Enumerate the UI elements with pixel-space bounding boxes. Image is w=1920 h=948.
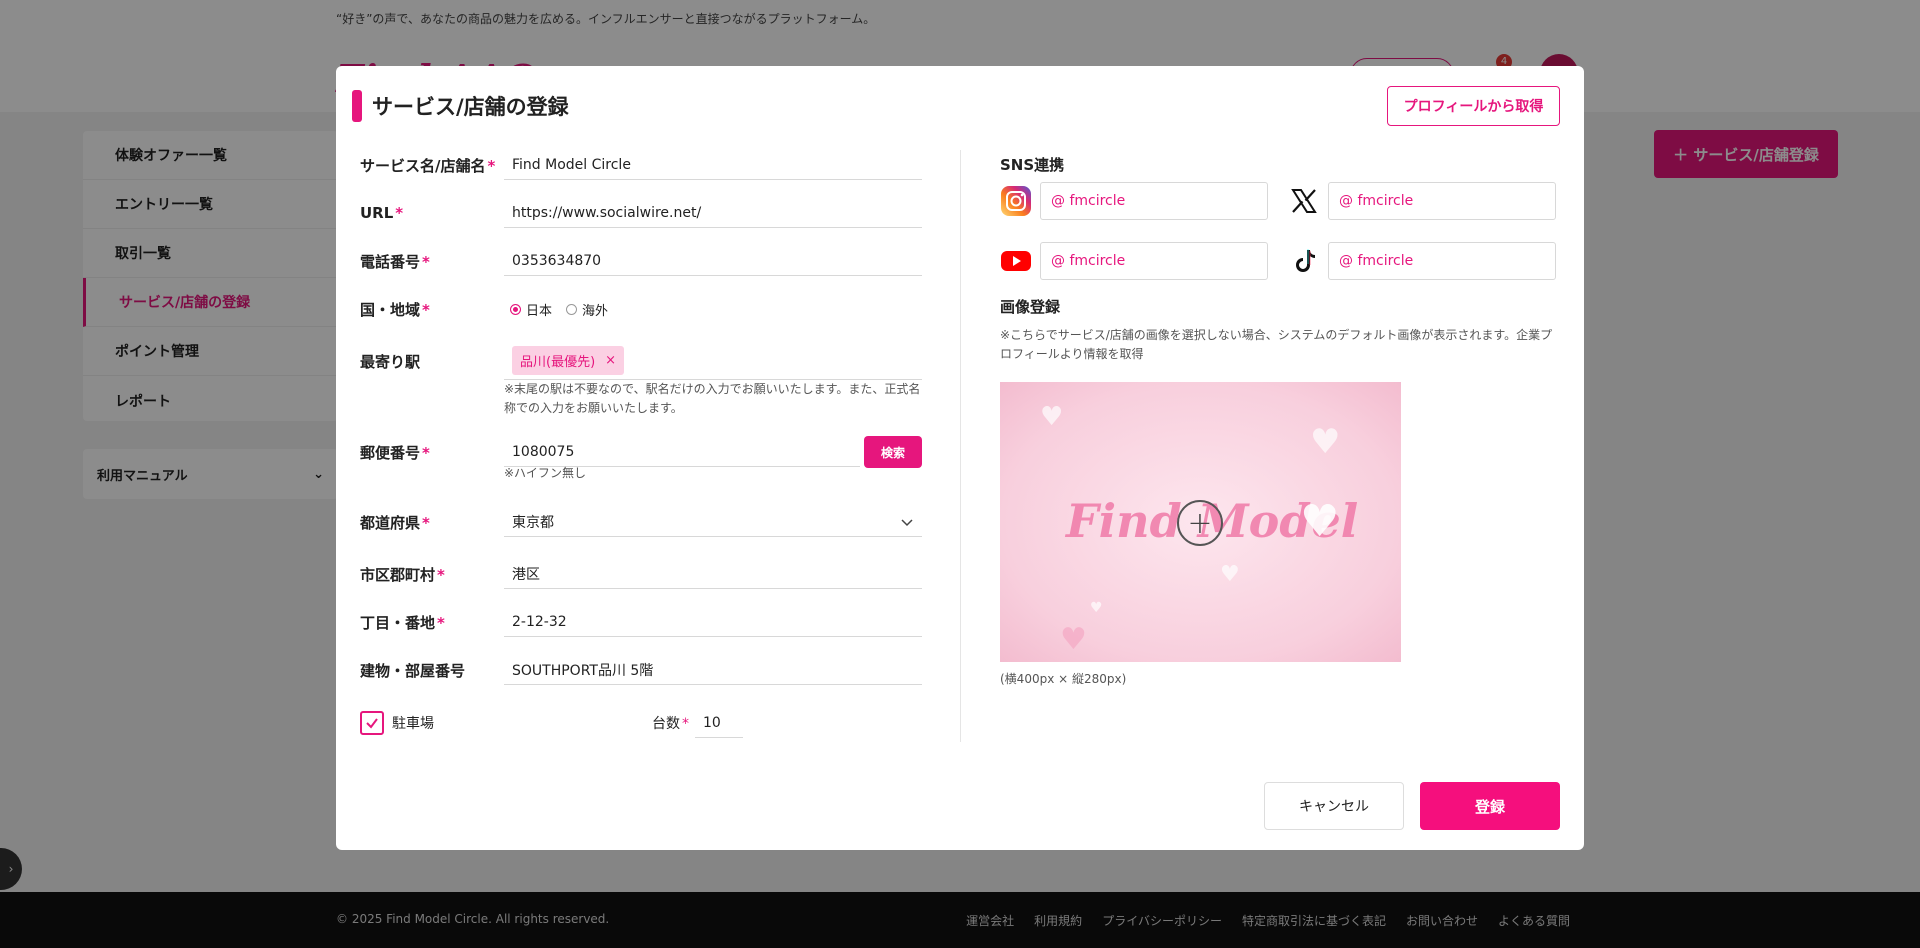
service-name-input[interactable] [504,150,922,180]
x-icon [1288,185,1320,217]
postal-search-button[interactable]: 検索 [864,436,922,468]
fetch-from-profile-button[interactable]: プロフィールから取得 [1387,86,1560,126]
phone-input[interactable] [504,246,922,276]
parking-label: 駐車場 [392,716,434,732]
x-row [1288,182,1556,220]
image-size-note: (横400px × 縦280px) [1000,672,1127,686]
postal-note: ※ハイフン無し [504,466,587,480]
address-label: 丁目・番地 * [360,613,445,632]
heart-icon: ♥ [1090,600,1103,616]
modal-title: サービス/店舗の登録 [352,90,569,122]
image-upload-area[interactable]: ♥ ♥ ♥ ♥ ♥ Find Model ♥ + [1000,382,1401,662]
city-input[interactable] [504,559,922,589]
phone-row: 電話番号 * [360,246,922,276]
parking-row: 駐車場 台数 * [360,708,922,738]
service-name-label: サービス名/店舗名 * [360,156,496,175]
sns-section-title: SNS連携 [1000,156,1065,174]
station-tag: 品川(最優先) × [512,346,625,375]
tiktok-input[interactable] [1328,242,1556,280]
heart-icon: ♥ [1060,622,1087,657]
tiktok-icon [1292,245,1320,277]
building-label: 建物・部屋番号 [360,661,466,680]
youtube-input[interactable] [1040,242,1268,280]
city-row: 市区郡町村 * [360,559,922,589]
heart-icon: ♥ [1220,562,1240,587]
submit-button[interactable]: 登録 [1420,782,1560,830]
chevron-down-icon [901,518,913,526]
address-input[interactable] [504,607,922,637]
radio-selected-icon [510,303,521,315]
close-icon[interactable]: × [605,353,616,368]
check-icon [366,718,378,729]
add-image-icon[interactable]: + [1177,500,1223,546]
postal-label: 郵便番号 * [360,443,430,462]
url-row: URL * [360,198,922,228]
postal-input[interactable] [504,437,860,467]
title-accent-bar [352,90,362,122]
prefecture-select[interactable]: 東京都 [504,507,922,537]
station-note: ※末尾の駅は不要なので、駅名だけの入力でお願いいたします。また、正式名称での入力… [504,382,921,415]
prefecture-label: 都道府県 * [360,513,430,532]
station-row: 最寄り駅 品川(最優先) × [360,342,922,380]
country-label: 国・地域 * [360,300,430,319]
youtube-icon [1000,245,1032,277]
address-row: 丁目・番地 * [360,607,922,637]
service-registration-modal: サービス/店舗の登録 プロフィールから取得 サービス名/店舗名* URL* 電話… [336,66,1584,850]
radio-japan[interactable]: 日本 [510,300,552,319]
service-name-row: サービス名/店舗名 * [360,150,922,180]
youtube-row [1000,242,1268,280]
instagram-icon [1000,185,1032,217]
parking-count-label: 台数 * [652,716,689,732]
city-label: 市区郡町村 * [360,565,445,584]
instagram-input[interactable] [1040,182,1268,220]
station-label: 最寄り駅 [360,352,421,371]
postal-row: 郵便番号* 検索 [360,436,922,468]
column-divider [960,150,961,742]
prefecture-row: 都道府県 * 東京都 [360,507,922,537]
tiktok-row [1292,242,1556,280]
parking-checkbox[interactable] [360,711,384,735]
building-row: 建物・部屋番号 [360,655,922,685]
radio-unselected-icon [566,303,578,315]
country-row: 国・地域 * 日本 海外 [360,294,922,324]
modal-title-text: サービス/店舗の登録 [372,95,569,119]
station-input[interactable]: 品川(最優先) × [504,342,922,380]
x-input[interactable] [1328,182,1556,220]
heart-icon: ♥ [1310,422,1341,462]
heart-icon: ♥ [1040,402,1064,432]
cancel-button[interactable]: キャンセル [1264,782,1404,830]
url-label: URL * [360,204,404,222]
radio-overseas[interactable]: 海外 [566,300,608,319]
url-input[interactable] [504,198,922,228]
image-note: ※こちらでサービス/店舗の画像を選択しない場合、システムのデフォルト画像が表示さ… [1000,328,1553,361]
parking-count-input[interactable] [695,708,743,738]
prefecture-value: 東京都 [512,514,554,531]
phone-label: 電話番号 * [360,252,430,271]
building-input[interactable] [504,655,922,685]
image-section-title: 画像登録 [1000,298,1061,316]
instagram-row [1000,182,1268,220]
heart-icon: ♥ [1300,496,1340,547]
